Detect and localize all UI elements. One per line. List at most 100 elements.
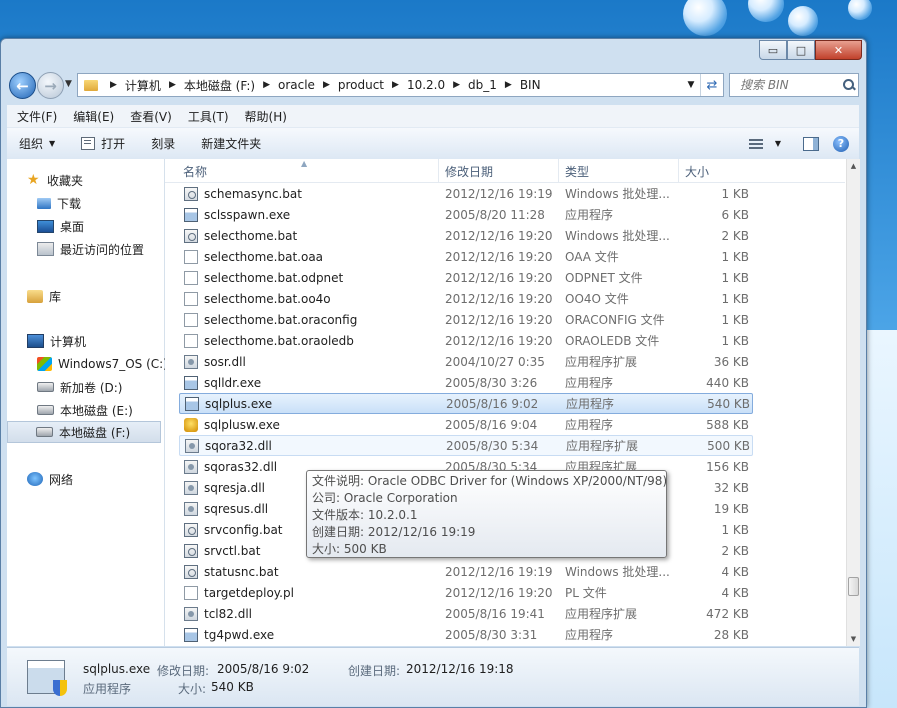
menu-file[interactable]: 文件(F) bbox=[17, 108, 57, 125]
burn-button[interactable]: 刻录 bbox=[151, 135, 175, 152]
file-row[interactable]: tg4pwd.exe 2005/8/30 3:31 应用程序 28 KB bbox=[179, 624, 753, 645]
nav-desktop[interactable]: 桌面 bbox=[37, 215, 84, 237]
file-row[interactable]: sqlplusw.exe 2005/8/16 9:04 应用程序 588 KB bbox=[179, 414, 753, 435]
file-name: sqlldr.exe bbox=[204, 375, 262, 390]
nav-favorites[interactable]: ★ 收藏夹 bbox=[27, 169, 83, 191]
address-dropdown[interactable]: ▼ bbox=[682, 80, 700, 90]
search-box[interactable] bbox=[729, 73, 859, 97]
breadcrumb-bin[interactable]: BIN bbox=[520, 78, 541, 92]
column-header-name[interactable]: ▲ 名称 bbox=[165, 159, 439, 182]
dll-file-icon bbox=[184, 459, 198, 474]
nav-label: 计算机 bbox=[50, 334, 87, 349]
scroll-down-arrow[interactable]: ▼ bbox=[847, 632, 860, 646]
breadcrumb-drive-f[interactable]: 本地磁盘 (F:) bbox=[184, 77, 255, 94]
file-row[interactable]: selecthome.bat.oraoledb 2012/12/16 19:20 O… bbox=[179, 330, 753, 351]
file-type: 应用程序扩展 bbox=[565, 607, 638, 621]
chevron-right-icon[interactable]: ▶ bbox=[453, 80, 460, 90]
breadcrumb-product[interactable]: product bbox=[338, 78, 384, 92]
chevron-right-icon[interactable]: ▶ bbox=[323, 80, 330, 90]
file-row[interactable]: sosr.dll 2004/10/27 0:35 应用程序扩展 36 KB bbox=[179, 351, 753, 372]
nav-recent-places[interactable]: 最近访问的位置 bbox=[37, 238, 144, 260]
maximize-button[interactable]: □ bbox=[787, 40, 815, 60]
uac-shield-icon bbox=[53, 680, 67, 696]
file-row[interactable]: targetdeploy.pl 2012/12/16 19:20 PL 文件 4 KB bbox=[179, 582, 753, 603]
search-input[interactable] bbox=[738, 77, 842, 93]
refresh-button[interactable]: ⇄ bbox=[700, 74, 723, 96]
column-header-size[interactable]: 大小 bbox=[679, 159, 759, 182]
forward-button[interactable]: → bbox=[37, 72, 64, 99]
file-type: 应用程序 bbox=[565, 418, 614, 432]
menu-edit[interactable]: 编辑(E) bbox=[73, 108, 114, 125]
nav-label: 库 bbox=[49, 289, 62, 304]
change-view-button[interactable]: ▼ bbox=[748, 138, 781, 149]
nav-drive-e[interactable]: 本地磁盘 (E:) bbox=[37, 399, 133, 421]
file-row[interactable]: schemasync.bat 2012/12/16 19:19 Windows 批处… bbox=[179, 183, 753, 204]
recent-pages-dropdown[interactable]: ▼ bbox=[65, 79, 72, 89]
nav-label: 网络 bbox=[49, 472, 74, 487]
file-size: 1 KB bbox=[721, 312, 749, 327]
file-row[interactable]: selecthome.bat 2012/12/16 19:20 Windows 批处… bbox=[179, 225, 753, 246]
open-button[interactable]: 打开 bbox=[81, 135, 125, 152]
file-row[interactable]: selecthome.bat.odpnet 2012/12/16 19:20 ODP… bbox=[179, 267, 753, 288]
file-row[interactable]: sqlplus.exe 2005/8/16 9:02 应用程序 540 KB bbox=[179, 393, 753, 414]
nav-drive-f[interactable]: 本地磁盘 (F:) bbox=[7, 421, 161, 443]
details-created-value: 2012/12/16 19:18 bbox=[406, 662, 514, 676]
new-folder-button[interactable]: 新建文件夹 bbox=[201, 135, 261, 152]
nav-computer[interactable]: 计算机 bbox=[27, 330, 86, 352]
application-icon bbox=[184, 627, 198, 642]
nav-label: 本地磁盘 (E:) bbox=[60, 403, 133, 418]
address-bar[interactable]: ▶ 计算机 ▶ 本地磁盘 (F:) ▶ oracle ▶ product ▶ 1… bbox=[77, 73, 724, 97]
breadcrumb-computer[interactable]: 计算机 bbox=[125, 77, 161, 94]
file-type: Windows 批处理... bbox=[565, 187, 670, 201]
column-label: 类型 bbox=[565, 165, 590, 179]
hard-drive-icon bbox=[37, 405, 54, 415]
file-size: 1 KB bbox=[721, 291, 749, 306]
menu-tools[interactable]: 工具(T) bbox=[188, 108, 229, 125]
details-file-type: 应用程序 bbox=[83, 682, 132, 696]
nav-downloads[interactable]: 下载 bbox=[37, 192, 81, 214]
column-header-date[interactable]: 修改日期 bbox=[439, 159, 559, 182]
scroll-up-arrow[interactable]: ▲ bbox=[847, 159, 860, 173]
chevron-down-icon: ▼ bbox=[774, 139, 781, 148]
chevron-right-icon[interactable]: ▶ bbox=[392, 80, 399, 90]
chevron-right-icon[interactable]: ▶ bbox=[263, 80, 270, 90]
nav-drive-c[interactable]: Windows7_OS (C:) bbox=[37, 353, 168, 375]
menu-help[interactable]: 帮助(H) bbox=[245, 108, 287, 125]
breadcrumb-db1[interactable]: db_1 bbox=[468, 78, 497, 92]
file-row[interactable]: tcl82.dll 2005/8/16 19:41 应用程序扩展 472 KB bbox=[179, 603, 753, 624]
file-row[interactable]: selecthome.bat.oraconfig 2012/12/16 19:20… bbox=[179, 309, 753, 330]
organize-button[interactable]: 组织 ▼ bbox=[19, 135, 55, 152]
nav-network[interactable]: 网络 bbox=[27, 468, 73, 490]
file-row[interactable]: sclsspawn.exe 2005/8/20 11:28 应用程序 6 KB bbox=[179, 204, 753, 225]
file-date: 2012/12/16 19:20 bbox=[445, 333, 553, 348]
sort-ascending-icon: ▲ bbox=[301, 159, 308, 168]
file-row[interactable]: selecthome.bat.oo4o 2012/12/16 19:20 OO4O … bbox=[179, 288, 753, 309]
minimize-button[interactable]: ▭ bbox=[759, 40, 787, 60]
help-icon[interactable]: ? bbox=[833, 135, 849, 152]
file-size: 1 KB bbox=[721, 249, 749, 264]
vertical-scrollbar[interactable]: ▲ ▼ bbox=[846, 159, 860, 646]
nav-libraries[interactable]: 库 bbox=[27, 285, 61, 307]
file-row[interactable]: sqlldr.exe 2005/8/30 3:26 应用程序 440 KB bbox=[179, 372, 753, 393]
chevron-right-icon[interactable]: ▶ bbox=[110, 80, 117, 90]
scrollbar-thumb[interactable] bbox=[848, 577, 859, 596]
file-row[interactable]: sqora32.dll 2005/8/30 5:34 应用程序扩展 500 KB bbox=[179, 435, 753, 456]
file-name: sqlplus.exe bbox=[205, 396, 273, 411]
file-size: 19 KB bbox=[713, 501, 749, 516]
search-icon[interactable] bbox=[842, 78, 856, 92]
caption-buttons: ▭ □ ✕ bbox=[759, 40, 862, 60]
column-header-type[interactable]: 类型 bbox=[559, 159, 679, 182]
recent-places-icon bbox=[37, 242, 54, 256]
close-button[interactable]: ✕ bbox=[815, 40, 862, 60]
file-row[interactable]: selecthome.bat.oaa 2012/12/16 19:20 OAA 文件… bbox=[179, 246, 753, 267]
preview-pane-icon[interactable] bbox=[803, 136, 819, 151]
back-button[interactable]: ← bbox=[9, 72, 36, 99]
chevron-right-icon[interactable]: ▶ bbox=[169, 80, 176, 90]
breadcrumb-version[interactable]: 10.2.0 bbox=[407, 78, 445, 92]
menu-view[interactable]: 查看(V) bbox=[130, 108, 172, 125]
nav-drive-d[interactable]: 新加卷 (D:) bbox=[37, 376, 122, 398]
file-row[interactable]: statusnc.bat 2012/12/16 19:19 Windows 批处理.… bbox=[179, 561, 753, 582]
chevron-right-icon[interactable]: ▶ bbox=[505, 80, 512, 90]
breadcrumb-oracle[interactable]: oracle bbox=[278, 78, 315, 92]
file-type: ODPNET 文件 bbox=[565, 271, 643, 285]
